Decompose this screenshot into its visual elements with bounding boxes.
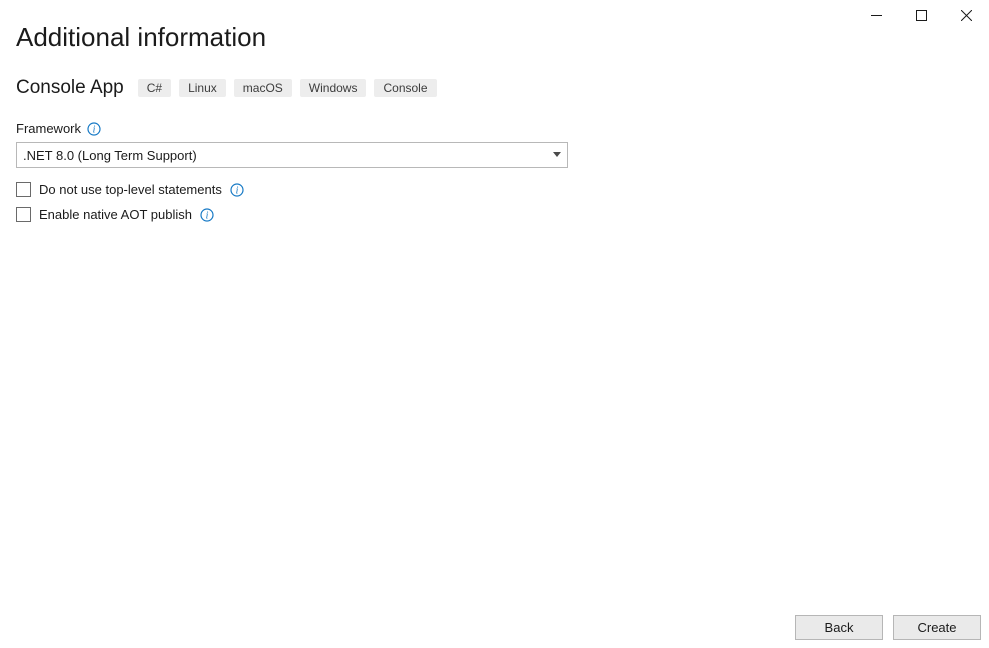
minimize-icon [871,10,882,21]
svg-text:i: i [235,185,238,196]
minimize-button[interactable] [854,0,899,30]
window-controls [854,0,989,30]
page-title: Additional information [16,22,973,53]
svg-text:i: i [206,210,209,221]
framework-label: Framework [16,121,81,136]
tag-csharp[interactable]: C# [138,79,171,97]
svg-text:i: i [93,124,96,135]
tag-list: C# Linux macOS Windows Console [138,79,437,97]
info-icon[interactable]: i [230,183,244,197]
content-area: Additional information Console App C# Li… [0,0,989,222]
info-icon[interactable]: i [87,122,101,136]
tag-console[interactable]: Console [374,79,436,97]
framework-select[interactable]: .NET 8.0 (Long Term Support) [16,142,568,168]
subtitle-row: Console App C# Linux macOS Windows Conso… [16,77,973,99]
tag-linux[interactable]: Linux [179,79,226,97]
close-button[interactable] [944,0,989,30]
footer-buttons: Back Create [795,615,981,640]
framework-field: Framework i .NET 8.0 (Long Term Support)… [16,121,568,222]
tag-windows[interactable]: Windows [300,79,367,97]
chevron-down-icon [553,152,561,158]
project-type-subtitle: Console App [16,77,124,99]
back-button[interactable]: Back [795,615,883,640]
native-aot-checkbox[interactable] [16,207,31,222]
top-level-statements-checkbox[interactable] [16,182,31,197]
close-icon [961,10,972,21]
info-icon[interactable]: i [200,208,214,222]
framework-selected-value: .NET 8.0 (Long Term Support) [23,148,197,163]
native-aot-option: Enable native AOT publish i [16,207,568,222]
maximize-icon [916,10,927,21]
maximize-button[interactable] [899,0,944,30]
tag-macos[interactable]: macOS [234,79,292,97]
top-level-statements-option: Do not use top-level statements i [16,182,568,197]
create-button[interactable]: Create [893,615,981,640]
top-level-statements-label: Do not use top-level statements [39,182,222,197]
native-aot-label: Enable native AOT publish [39,207,192,222]
